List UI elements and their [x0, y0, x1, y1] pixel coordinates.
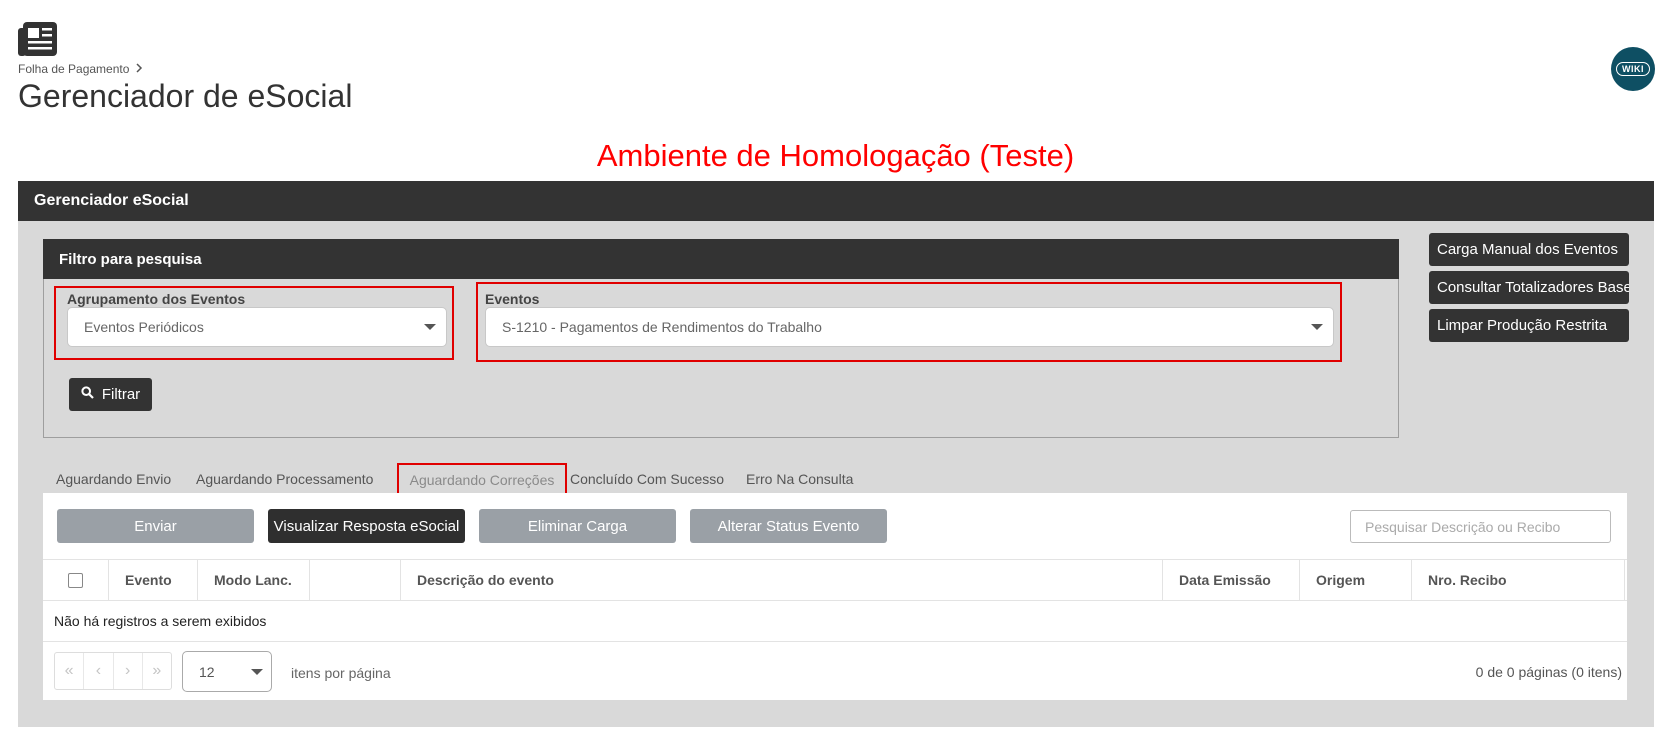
- load-events-button[interactable]: Carga Manual dos Eventos: [1429, 233, 1629, 266]
- events-select-value: S-1210 - Pagamentos de Rendimentos do Tr…: [502, 319, 822, 335]
- page-size-select[interactable]: 12: [182, 651, 272, 692]
- breadcrumb-item-folha[interactable]: Folha de Pagamento: [18, 62, 129, 76]
- caret-down-icon: [251, 668, 263, 675]
- table-header: Evento Modo Lanc. Descrição do evento Da…: [43, 559, 1627, 601]
- pager: « ‹ › »: [54, 652, 172, 690]
- column-header-receipt[interactable]: Nro. Recibo: [1412, 560, 1625, 600]
- column-header-mode[interactable]: Modo Lanc.: [198, 560, 310, 600]
- events-select[interactable]: S-1210 - Pagamentos de Rendimentos do Tr…: [485, 307, 1334, 347]
- column-header-description[interactable]: Descrição do evento: [401, 560, 1163, 600]
- column-header-date[interactable]: Data Emissão: [1163, 560, 1300, 600]
- grouping-label: Agrupamento dos Eventos: [67, 291, 246, 307]
- column-header-event[interactable]: Evento: [109, 560, 198, 600]
- page-size-value: 12: [199, 663, 215, 680]
- tab-waiting-send[interactable]: Aguardando Envio: [56, 471, 171, 487]
- main-panel-header: Gerenciador eSocial: [18, 181, 1654, 221]
- select-all-cell: [43, 560, 109, 600]
- filter-button[interactable]: Filtrar: [69, 378, 152, 411]
- last-page-icon[interactable]: »: [143, 653, 171, 689]
- search-input[interactable]: [1350, 510, 1611, 543]
- tab-error[interactable]: Erro Na Consulta: [746, 471, 853, 487]
- wiki-button[interactable]: WIKI: [1611, 47, 1655, 91]
- environment-banner: Ambiente de Homologação (Teste): [596, 138, 1075, 173]
- send-button[interactable]: Enviar: [57, 509, 254, 543]
- search-icon: [81, 386, 94, 403]
- empty-table-message: Não há registros a serem exibidos: [43, 601, 1627, 642]
- select-all-checkbox[interactable]: [68, 572, 83, 588]
- previous-page-icon[interactable]: ‹: [84, 653, 114, 689]
- wiki-label: WIKI: [1616, 62, 1650, 76]
- newspaper-icon: [18, 22, 58, 58]
- caret-down-icon: [424, 324, 436, 330]
- breadcrumb: Folha de Pagamento: [18, 62, 143, 76]
- filter-button-label: Filtrar: [101, 386, 141, 403]
- tab-waiting-processing[interactable]: Aguardando Processamento: [196, 471, 373, 487]
- column-header-blank: [310, 560, 401, 600]
- query-totals-button[interactable]: Consultar Totalizadores Base: [1429, 271, 1629, 304]
- column-header-origin[interactable]: Origem: [1300, 560, 1412, 600]
- clear-production-button[interactable]: Limpar Produção Restrita: [1429, 309, 1629, 342]
- events-label: Eventos: [485, 291, 540, 307]
- chevron-right-icon: [135, 62, 143, 76]
- view-response-button[interactable]: Visualizar Resposta eSocial: [268, 509, 465, 543]
- page-info: 0 de 0 páginas (0 itens): [1475, 664, 1622, 680]
- per-page-label: itens por página: [291, 665, 391, 681]
- filter-header: Filtro para pesquisa: [43, 239, 1399, 279]
- grouping-select-value: Eventos Periódicos: [84, 319, 204, 335]
- change-status-button[interactable]: Alterar Status Evento: [690, 509, 887, 543]
- caret-down-icon: [1311, 324, 1323, 330]
- tab-success[interactable]: Concluído Com Sucesso: [570, 471, 724, 487]
- next-page-icon[interactable]: ›: [114, 653, 143, 689]
- tab-waiting-corrections[interactable]: Aguardando Correções: [397, 463, 567, 496]
- delete-load-button[interactable]: Eliminar Carga: [479, 509, 676, 543]
- first-page-icon[interactable]: «: [55, 653, 85, 689]
- grouping-select[interactable]: Eventos Periódicos: [67, 307, 447, 347]
- page-title: Gerenciador de eSocial: [18, 78, 353, 114]
